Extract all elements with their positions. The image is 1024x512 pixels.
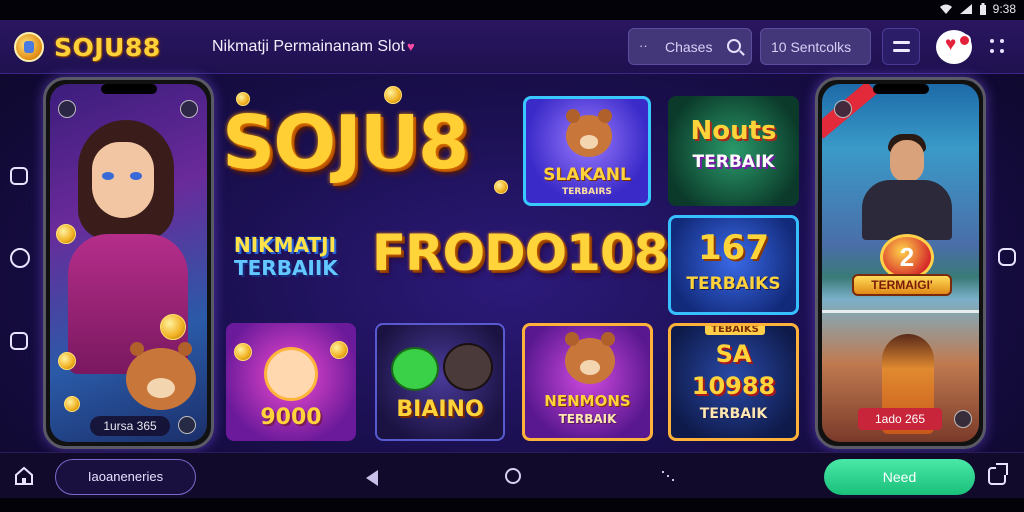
tile-title: NENMONS [544, 392, 631, 410]
bottom-nav-bar: Iaoaneneries Need [0, 452, 1024, 498]
search-icon[interactable] [727, 39, 741, 53]
info-icon[interactable] [954, 410, 972, 428]
tile-title: BIAINO [396, 397, 484, 422]
bear-icon [126, 342, 196, 410]
left-phone-preview[interactable]: 1ursa 365 [43, 77, 214, 449]
coin-icon [384, 86, 402, 104]
brand-name[interactable]: SOJU88 [54, 33, 161, 62]
side-nav-square-icon[interactable] [10, 167, 28, 185]
frog-icon [391, 347, 439, 391]
tile-title: Nouts [690, 116, 777, 146]
phone-left-label: 1ursa 365 [90, 416, 170, 436]
user-avatar-icon[interactable] [936, 30, 972, 64]
back-icon[interactable] [58, 100, 76, 118]
more-grid-icon[interactable] [990, 39, 1006, 55]
tile-subtitle: TERBAIK [692, 152, 775, 172]
share-icon[interactable] [178, 416, 196, 434]
need-button[interactable]: Need [824, 459, 975, 495]
hero-subtitle-line1: NIKMATJI [234, 233, 337, 257]
character-artwork [50, 84, 207, 442]
search-label: Chases [665, 39, 713, 55]
status-bar: 9:38 [0, 0, 1024, 20]
back-nav-icon[interactable] [366, 470, 378, 486]
hero-logo: SOJU8 [222, 100, 469, 186]
promo-artwork: 2 TERMAIGI' [822, 84, 979, 442]
right-phone-preview[interactable]: 2 TERMAIGI' 1ado 265 [815, 77, 986, 449]
top-header: SOJU88 Nikmatji Permainanam Slot ♥ ·· Cha… [0, 20, 1024, 74]
bear-icon [566, 109, 612, 157]
close-icon[interactable] [834, 100, 852, 118]
tile-subtitle: TERBAIK [699, 406, 768, 422]
side-nav-circle-icon[interactable] [10, 248, 30, 268]
right-nav-square-icon[interactable] [998, 248, 1016, 266]
clock-text: 9:38 [992, 2, 1016, 16]
promo-banner: TERMAIGI' [852, 274, 952, 296]
search-input[interactable]: ·· Chases [628, 28, 752, 65]
tile-title: 9000 [260, 405, 322, 430]
app-screen: 9:38 SOJU88 Nikmatji Permainanam Slot ♥ ·… [0, 0, 1024, 512]
heart-icon: ♥ [406, 39, 415, 54]
tile-title: SLAKANL [543, 165, 631, 185]
bear-icon [565, 332, 615, 384]
hero-subtitle: NIKMATJI TERBAIIK [234, 234, 338, 280]
settings-button[interactable]: 10 Sentcolks [760, 28, 871, 65]
hero-subtitle-line2: TERBAIIK [234, 256, 338, 280]
recent-apps-icon[interactable] [662, 471, 676, 481]
home-nav-icon[interactable] [505, 468, 521, 484]
coin-icon [236, 92, 250, 106]
tile-number: 10988 [691, 372, 776, 400]
wifi-icon [939, 4, 952, 14]
signal-icon [959, 4, 972, 14]
tile-title: 167 [698, 228, 769, 268]
hero-headline: FRODO108 [372, 224, 669, 282]
dog-icon [443, 343, 493, 391]
game-tile-nouts[interactable]: Nouts TERBAIK [668, 96, 799, 206]
tagline-text: Nikmatji Permainanam Slot [212, 38, 405, 55]
header-tagline: Nikmatji Permainanam Slot ♥ [212, 38, 415, 56]
phone-right-label[interactable]: 1ado 265 [858, 408, 942, 430]
game-tile-167[interactable]: 167 TERBAIKS [668, 215, 799, 315]
game-tile-nenmons[interactable]: NENMONS TERBAIK [522, 323, 653, 441]
external-link-icon[interactable] [988, 463, 1008, 485]
options-icon[interactable] [180, 100, 198, 118]
menu-icon[interactable] [882, 28, 920, 65]
home-icon[interactable] [14, 466, 34, 486]
tile-subtitle: TERBAIRS [562, 187, 612, 197]
game-tile-biaino[interactable]: BIAINO [375, 323, 505, 441]
game-tile-slakanl[interactable]: SLAKANL TERBAIRS [523, 96, 651, 206]
game-tile-9000[interactable]: 9000 [226, 323, 356, 441]
tile-subtitle: TERBAIK [558, 412, 617, 426]
tile-banner: TEBAIKS [705, 326, 765, 335]
bottom-bezel [0, 498, 1024, 512]
clown-icon [264, 347, 318, 401]
battery-icon [979, 3, 986, 15]
game-tile-10988[interactable]: TEBAIKS SA 10988 TERBAIK [668, 323, 799, 441]
brand-logo-icon[interactable] [14, 32, 44, 62]
tile-subtitle: TERBAIKS [686, 274, 781, 294]
categories-button[interactable]: Iaoaneneries [55, 459, 196, 495]
coin-icon [494, 180, 508, 194]
tile-title: SA [715, 340, 752, 368]
search-prefix: ·· [639, 38, 648, 53]
side-nav-square-icon-2[interactable] [10, 332, 28, 350]
